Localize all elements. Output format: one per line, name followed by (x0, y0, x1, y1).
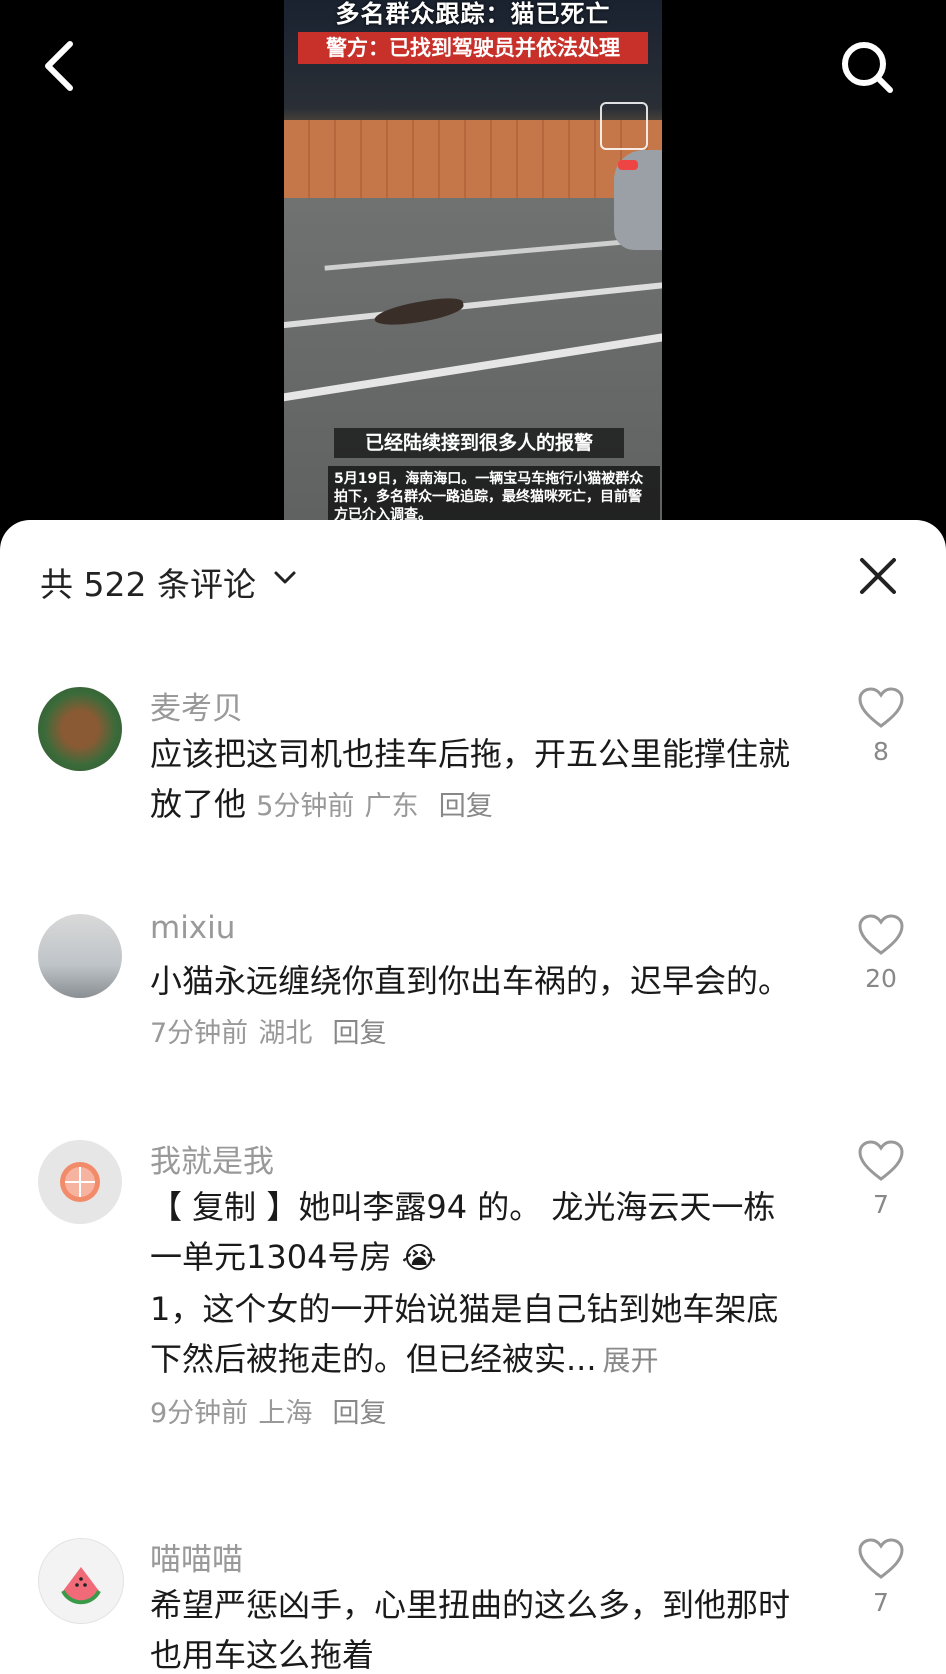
comment-body: 希望严惩凶手，心里扭曲的这么多，到他那时也用车这么拖着 (150, 1586, 791, 1674)
heart-icon (858, 687, 904, 728)
chevron-left-icon (45, 41, 73, 91)
grapefruit-icon (60, 1162, 100, 1202)
comment-text: 应该把这司机也挂车后拖，开五公里能撑住就放了他 5分钟前 广东 回复 (150, 729, 800, 832)
comment-username[interactable]: 麦考贝 (150, 683, 243, 728)
comment-text: 小猫永远缠绕你直到你出车祸的，迟早会的。 7分钟前 湖北 回复 (150, 956, 800, 1059)
heart-icon (858, 1140, 904, 1181)
like-button[interactable]: 7 (854, 1538, 908, 1617)
like-button[interactable]: 7 (854, 1140, 908, 1219)
like-button[interactable]: 8 (854, 687, 908, 766)
video-player[interactable]: 多名群众跟踪：猫已死亡 警方：已找到驾驶员并依法处理 已经陆续接到很多人的报警 … (0, 0, 946, 540)
expand-button[interactable]: 展开 (603, 1344, 659, 1377)
comment-body-line2: 1，这个女的一开始说猫是自己钻到她车架底下然后被拖走的。但已经被实... 展开 (150, 1290, 779, 1378)
comment-time: 7分钟前 (150, 1018, 249, 1049)
avatar[interactable] (38, 1538, 124, 1624)
avatar[interactable] (38, 687, 122, 771)
avatar[interactable] (38, 914, 122, 998)
like-count: 20 (865, 964, 897, 993)
watermelon-icon (61, 1567, 101, 1605)
video-car-light (618, 160, 638, 170)
comment-time: 9分钟前 (150, 1398, 249, 1429)
video-title-line1: 多名群众跟踪：猫已死亡 (335, 0, 611, 28)
reply-button[interactable]: 回复 (333, 1398, 387, 1429)
comment-meta: 9分钟前 上海 回复 (150, 1386, 800, 1439)
reply-button[interactable]: 回复 (333, 1018, 387, 1049)
comment-username[interactable]: mixiu (150, 910, 235, 946)
reply-button[interactable]: 回复 (439, 791, 493, 822)
crying-emoji-icon: 😭 (401, 1241, 437, 1276)
video-watermark-logo (600, 102, 648, 150)
like-count: 8 (873, 737, 889, 766)
back-button[interactable] (40, 40, 80, 92)
comment-sheet: 共 522 条评论 麦考贝 应该把这司机也挂车后拖，开五公里能撑住就放了他 5分… (0, 520, 946, 1674)
like-count: 7 (873, 1588, 889, 1617)
heart-icon (858, 1538, 904, 1579)
video-subtitle: 已经陆续接到很多人的报警 (334, 428, 624, 458)
like-count: 7 (873, 1190, 889, 1219)
heart-icon (858, 914, 904, 955)
like-button[interactable]: 20 (854, 914, 908, 993)
comment-body: 小猫永远缠绕你直到你出车祸的，迟早会的。 (150, 962, 791, 1000)
video-frame[interactable]: 多名群众跟踪：猫已死亡 警方：已找到驾驶员并依法处理 已经陆续接到很多人的报警 … (284, 0, 662, 540)
close-icon (860, 558, 896, 594)
comment-location: 广东 (364, 791, 419, 822)
video-caption: 5月19日，海南海口。一辆宝马车拖行小猫被群众拍下，多名群众一路追踪，最终猫咪死… (328, 466, 660, 528)
comment-text: 希望严惩凶手，心里扭曲的这么多，到他那时也用车这么拖着 (150, 1580, 800, 1674)
close-button[interactable] (858, 556, 898, 596)
chevron-down-icon[interactable] (272, 568, 298, 588)
comment-time: 5分钟前 (256, 791, 355, 822)
comment-location: 湖北 (258, 1018, 313, 1049)
comment-body-line1: 【 复制 】她叫李露94 的。 龙光海云天一栋一单元1304号房 😭 (150, 1188, 776, 1276)
comment-sheet-header: 共 522 条评论 (0, 520, 946, 640)
comment-username[interactable]: 我就是我 (150, 1136, 274, 1181)
search-button[interactable] (838, 38, 898, 98)
comment-count-label[interactable]: 共 522 条评论 (40, 558, 256, 606)
video-title-line2: 警方：已找到驾驶员并依法处理 (298, 32, 648, 64)
comment-username[interactable]: 喵喵喵 (150, 1534, 243, 1579)
comment-location: 上海 (258, 1398, 313, 1429)
search-icon (842, 42, 893, 93)
avatar[interactable] (38, 1140, 122, 1224)
comment-text: 【 复制 】她叫李露94 的。 龙光海云天一栋一单元1304号房 😭 1，这个女… (150, 1182, 800, 1439)
